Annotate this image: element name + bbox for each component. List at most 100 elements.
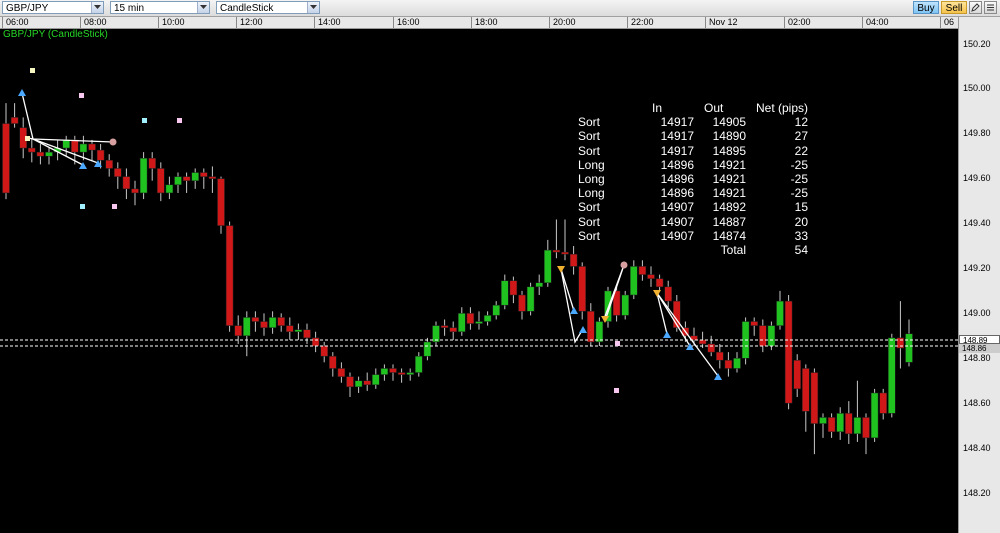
pnl-cell: Sort xyxy=(578,214,601,229)
candle xyxy=(200,168,208,189)
price-line-dashed xyxy=(0,339,958,347)
candle-body-down xyxy=(346,376,354,388)
interval-select[interactable]: 15 min xyxy=(110,1,210,14)
pnl-row: Sort 14917 14895 22 xyxy=(578,144,832,158)
candle-body-up xyxy=(475,321,483,324)
candle xyxy=(750,317,758,336)
candle-body-down xyxy=(36,151,45,157)
list-icon[interactable] xyxy=(984,1,997,14)
candle xyxy=(905,319,913,367)
candle-body-down xyxy=(311,337,320,347)
candle xyxy=(10,103,19,128)
pnl-row: Sort 14907 14887 20 xyxy=(578,215,832,229)
pnl-cell: Sort xyxy=(578,200,601,215)
candle-body-down xyxy=(638,266,647,275)
pnl-total-value: 54 xyxy=(794,243,809,258)
pnl-cell: Sort xyxy=(578,228,601,243)
buy-button[interactable]: Buy xyxy=(913,1,939,14)
candle xyxy=(354,376,363,393)
pnl-row: Sort 14917 14890 27 xyxy=(578,129,832,143)
candle xyxy=(458,307,466,336)
candle-body-down xyxy=(509,280,518,296)
candle-body-up xyxy=(492,304,500,316)
candle-body-down xyxy=(440,325,449,328)
candle-body-down xyxy=(793,360,801,390)
candle-body-up xyxy=(79,143,88,153)
candle xyxy=(793,354,801,398)
pnl-row: Long 14896 14921 -25 xyxy=(578,158,832,172)
candle xyxy=(647,266,655,287)
candle xyxy=(853,380,862,442)
candle-body-up xyxy=(888,337,896,414)
candle xyxy=(569,246,578,275)
candle-body-down xyxy=(664,286,672,302)
candle xyxy=(148,152,156,181)
toolbar: GBP/JPY 15 min CandleStick Buy Sell xyxy=(0,0,1000,17)
pnl-cell: 27 xyxy=(794,129,809,144)
time-label: 06 xyxy=(940,17,954,28)
candle xyxy=(733,352,741,373)
pnl-cell: 12 xyxy=(794,115,809,130)
pnl-cell: 14896 xyxy=(660,157,694,172)
pnl-cell: Long xyxy=(578,172,605,187)
candle-body-up xyxy=(45,151,53,157)
candle-body-down xyxy=(96,149,105,161)
pnl-cell: 14895 xyxy=(712,143,746,158)
candle xyxy=(526,282,535,316)
pen-icon[interactable] xyxy=(969,1,982,14)
candle-body-down xyxy=(389,368,397,373)
chevron-down-icon xyxy=(91,2,103,13)
pnl-total-label: Total xyxy=(720,243,746,258)
candle xyxy=(303,323,311,344)
pnl-cell: 14892 xyxy=(712,200,746,215)
candle xyxy=(578,262,586,320)
candle xyxy=(363,372,371,391)
candle-body-down xyxy=(200,172,208,177)
pnl-header: Net (pips) xyxy=(756,101,809,115)
entry-square-marker xyxy=(615,341,620,346)
candle xyxy=(294,323,303,340)
candle xyxy=(544,239,552,287)
time-label: 16:00 xyxy=(393,17,420,28)
symbol-select[interactable]: GBP/JPY xyxy=(2,1,104,14)
buy-arrow-marker xyxy=(570,307,578,314)
time-label: 20:00 xyxy=(549,17,576,28)
candle xyxy=(122,168,131,200)
candle-body-up xyxy=(243,317,251,337)
candle-body-up xyxy=(535,282,543,288)
exit-dot-marker xyxy=(109,138,117,146)
time-label: 10:00 xyxy=(158,17,185,28)
pnl-body: Sort 14917 14905 12 Sort 14917 14890 27 Sort 1491… xyxy=(578,115,832,243)
candle-body-down xyxy=(845,413,853,435)
pnl-row: Sort 14907 14874 33 xyxy=(578,229,832,243)
candle-body-up xyxy=(191,172,199,181)
candle xyxy=(277,313,285,332)
chart-type-select[interactable]: CandleStick xyxy=(216,1,320,14)
price-label: 148.80 xyxy=(963,353,991,363)
candle xyxy=(492,301,500,320)
candle-body-up xyxy=(819,417,827,424)
candle-body-down xyxy=(320,345,328,357)
chart-title: GBP/JPY (CandleStick) xyxy=(3,29,108,40)
candle-body-down xyxy=(561,251,569,255)
pnl-total-row: Total 54 xyxy=(578,243,832,257)
candle xyxy=(157,162,165,202)
candle-body-down xyxy=(260,321,268,328)
price-label: 150.20 xyxy=(963,39,991,49)
price-axis: 150.20 150.00 149.80 149.60 149.40 149.2… xyxy=(958,17,1000,533)
candle-body-down xyxy=(647,274,655,279)
candle xyxy=(260,313,268,336)
sell-button[interactable]: Sell xyxy=(941,1,967,14)
candle xyxy=(716,343,724,369)
time-label: 02:00 xyxy=(784,17,811,28)
candle xyxy=(845,401,853,444)
price-label: 149.40 xyxy=(963,218,991,228)
candle xyxy=(320,341,328,363)
pnl-cell: 14921 xyxy=(712,186,746,201)
candle xyxy=(827,413,836,438)
price-label: 148.20 xyxy=(963,488,991,498)
pnl-row: Long 14896 14921 -25 xyxy=(578,172,832,186)
price-label: 149.20 xyxy=(963,263,991,273)
pnl-cell: 14907 xyxy=(660,200,694,215)
candle xyxy=(139,152,148,200)
